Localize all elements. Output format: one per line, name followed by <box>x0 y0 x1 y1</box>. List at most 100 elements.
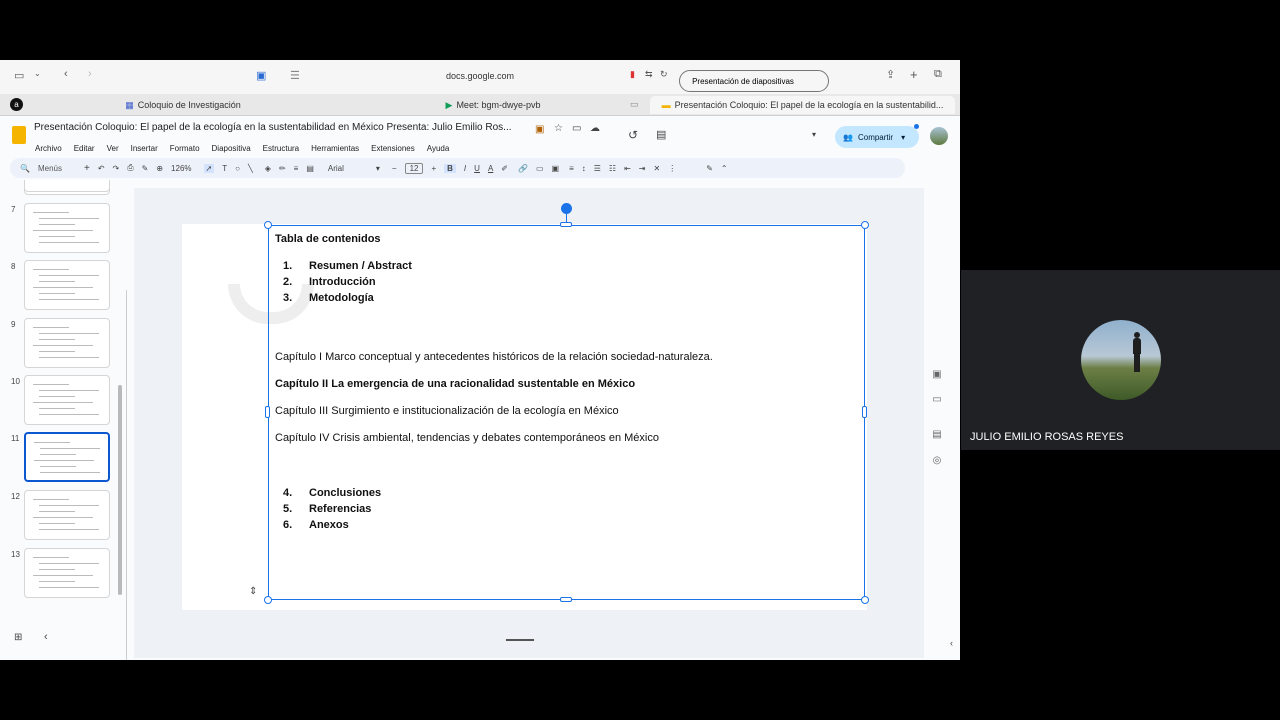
italic-button[interactable]: I <box>464 164 466 173</box>
amazon-icon[interactable]: a <box>10 98 23 111</box>
share-button[interactable]: 👥 Compartir ▾ <box>835 126 919 148</box>
zoom-icon[interactable]: ⊕ <box>156 164 163 173</box>
browser-tab-meet[interactable]: ▶ Meet: bgm-dwye-pvb <box>340 96 646 114</box>
back-icon[interactable]: ‹ <box>64 68 68 80</box>
list-item[interactable]: Introducción <box>309 276 376 288</box>
resize-handle[interactable] <box>560 222 572 227</box>
reader-icon[interactable]: ☰ <box>290 69 300 82</box>
camera-icon[interactable]: ▮ <box>630 69 635 80</box>
doc-title[interactable]: Presentación Coloquio: El papel de la ec… <box>34 122 512 133</box>
font-size-input[interactable]: 12 <box>404 162 424 174</box>
menu-insertar[interactable]: Insertar <box>131 144 158 153</box>
chapter-line[interactable]: Capítulo I Marco conceptual y antecedent… <box>275 351 713 363</box>
search-icon[interactable]: 🔍 <box>20 164 30 173</box>
maps-icon[interactable]: ◎ <box>930 455 944 469</box>
tab-overview-icon[interactable]: ▭ <box>630 99 639 110</box>
resize-handle[interactable] <box>560 597 572 602</box>
translate-icon[interactable]: ⇆ <box>645 69 653 80</box>
add-icon[interactable]: + <box>84 163 90 174</box>
browser-tab-slides[interactable]: ▬ Presentación Coloquio: El papel de la … <box>650 96 955 114</box>
list-item[interactable]: Resumen / Abstract <box>309 260 412 272</box>
tabs-overview-icon[interactable]: ⧉ <box>934 68 942 81</box>
zoom-select[interactable]: 126% <box>171 164 191 173</box>
print-icon[interactable]: ⎙ <box>127 163 133 173</box>
resize-handle[interactable] <box>264 221 272 229</box>
fill-color-icon[interactable]: ◈ <box>265 164 271 173</box>
undo-icon[interactable]: ↶ <box>98 164 105 173</box>
menu-ayuda[interactable]: Ayuda <box>427 144 450 153</box>
line-tool-icon[interactable]: ╲ <box>248 164 253 173</box>
border-dash-icon[interactable]: ▤ <box>306 164 314 173</box>
filmstrip-scrollbar[interactable] <box>118 385 122 595</box>
edit-mode-icon[interactable]: ✎ <box>706 164 713 173</box>
slide-thumbnail[interactable] <box>24 318 110 368</box>
slide-thumbnail[interactable] <box>24 490 110 540</box>
drive-icon[interactable]: ▭ <box>930 394 944 408</box>
menu-archivo[interactable]: Archivo <box>35 144 62 153</box>
menu-diapositiva[interactable]: Diapositiva <box>212 144 251 153</box>
browser-tab-coloquio[interactable]: ▦ Coloquio de Investigación <box>30 96 336 114</box>
menu-herramientas[interactable]: Herramientas <box>311 144 359 153</box>
reload-icon[interactable]: ↻ <box>660 69 668 80</box>
list-item[interactable]: Referencias <box>309 503 371 515</box>
text-color-button[interactable]: A <box>488 164 493 173</box>
resize-handle[interactable] <box>861 596 869 604</box>
slide-thumbnail[interactable] <box>24 260 110 310</box>
folder-icon[interactable]: ▭ <box>572 123 581 134</box>
side-panel-toggle-icon[interactable]: ‹ <box>950 638 953 648</box>
slide-thumbnail[interactable] <box>24 375 110 425</box>
clear-format-icon[interactable]: ✕ <box>654 164 661 173</box>
menu-search-input[interactable]: Menús <box>38 164 62 173</box>
border-color-icon[interactable]: ✏ <box>279 164 286 173</box>
sidebar-toggle-icon[interactable]: ▭ <box>14 69 24 82</box>
increase-indent-icon[interactable]: ⇥ <box>639 164 646 173</box>
slide-heading[interactable]: Tabla de contenidos <box>275 233 381 245</box>
chapter-line[interactable]: Capítulo II La emergencia de una raciona… <box>275 378 635 390</box>
paint-format-icon[interactable]: ✎ <box>142 164 149 173</box>
font-select[interactable]: Arial <box>328 164 368 173</box>
address-bar[interactable]: docs.google.com <box>420 71 540 81</box>
select-tool-icon[interactable]: ➚ <box>203 163 215 173</box>
list-item[interactable]: Metodología <box>309 292 374 304</box>
highlight-icon[interactable]: ✐ <box>501 164 508 173</box>
grid-view-icon[interactable]: ⊞ <box>14 632 22 643</box>
image-icon[interactable]: ▣ <box>552 164 560 173</box>
bold-button[interactable]: B <box>444 163 456 173</box>
link-icon[interactable]: 🔗 <box>518 164 528 173</box>
history-icon[interactable]: ↺ <box>628 128 638 142</box>
list-item[interactable]: Conclusiones <box>309 487 381 499</box>
font-dropdown-icon[interactable]: ▾ <box>376 164 380 173</box>
collapse-icon[interactable]: ⌃ <box>721 164 728 173</box>
align-icon[interactable]: ≡ <box>569 164 574 173</box>
menu-formato[interactable]: Formato <box>170 144 200 153</box>
star-icon[interactable]: ☆ <box>554 123 563 134</box>
line-spacing-icon[interactable]: ↕ <box>582 164 586 173</box>
textbox-tool-icon[interactable]: T <box>222 164 227 173</box>
present-button[interactable]: Presentación de diapositivas <box>679 70 829 92</box>
border-weight-icon[interactable]: ≡ <box>294 164 299 173</box>
slides-side-icon[interactable]: ▤ <box>930 429 944 443</box>
move-icon[interactable]: ▣ <box>535 124 544 135</box>
decrease-indent-icon[interactable]: ⇤ <box>624 164 631 173</box>
resize-handle[interactable] <box>265 406 270 418</box>
speaker-notes-handle[interactable] <box>506 639 534 641</box>
autofit-icon[interactable]: ⇕ <box>249 586 257 597</box>
keep-icon[interactable]: ▣ <box>930 369 944 383</box>
chapter-line[interactable]: Capítulo IV Crisis ambiental, tendencias… <box>275 432 659 444</box>
rotate-handle[interactable] <box>561 203 572 214</box>
decrease-font-icon[interactable]: − <box>392 164 397 173</box>
underline-button[interactable]: U <box>474 164 480 173</box>
bulleted-list-icon[interactable]: ☰ <box>594 164 601 173</box>
account-avatar[interactable] <box>930 127 948 145</box>
chapter-line[interactable]: Capítulo III Surgimiento e institucional… <box>275 405 619 417</box>
menu-ver[interactable]: Ver <box>107 144 119 153</box>
resize-handle[interactable] <box>264 596 272 604</box>
chevron-down-icon[interactable]: ⌄ <box>34 69 41 78</box>
numbered-list-icon[interactable]: ☷ <box>609 164 616 173</box>
slide-thumbnail[interactable] <box>24 548 110 598</box>
collapse-filmstrip-icon[interactable]: ‹ <box>44 631 48 643</box>
resize-handle[interactable] <box>861 221 869 229</box>
slides-logo-icon[interactable] <box>12 126 26 144</box>
redo-icon[interactable]: ↷ <box>113 164 120 173</box>
screen-share-icon[interactable]: ▣ <box>256 69 266 82</box>
